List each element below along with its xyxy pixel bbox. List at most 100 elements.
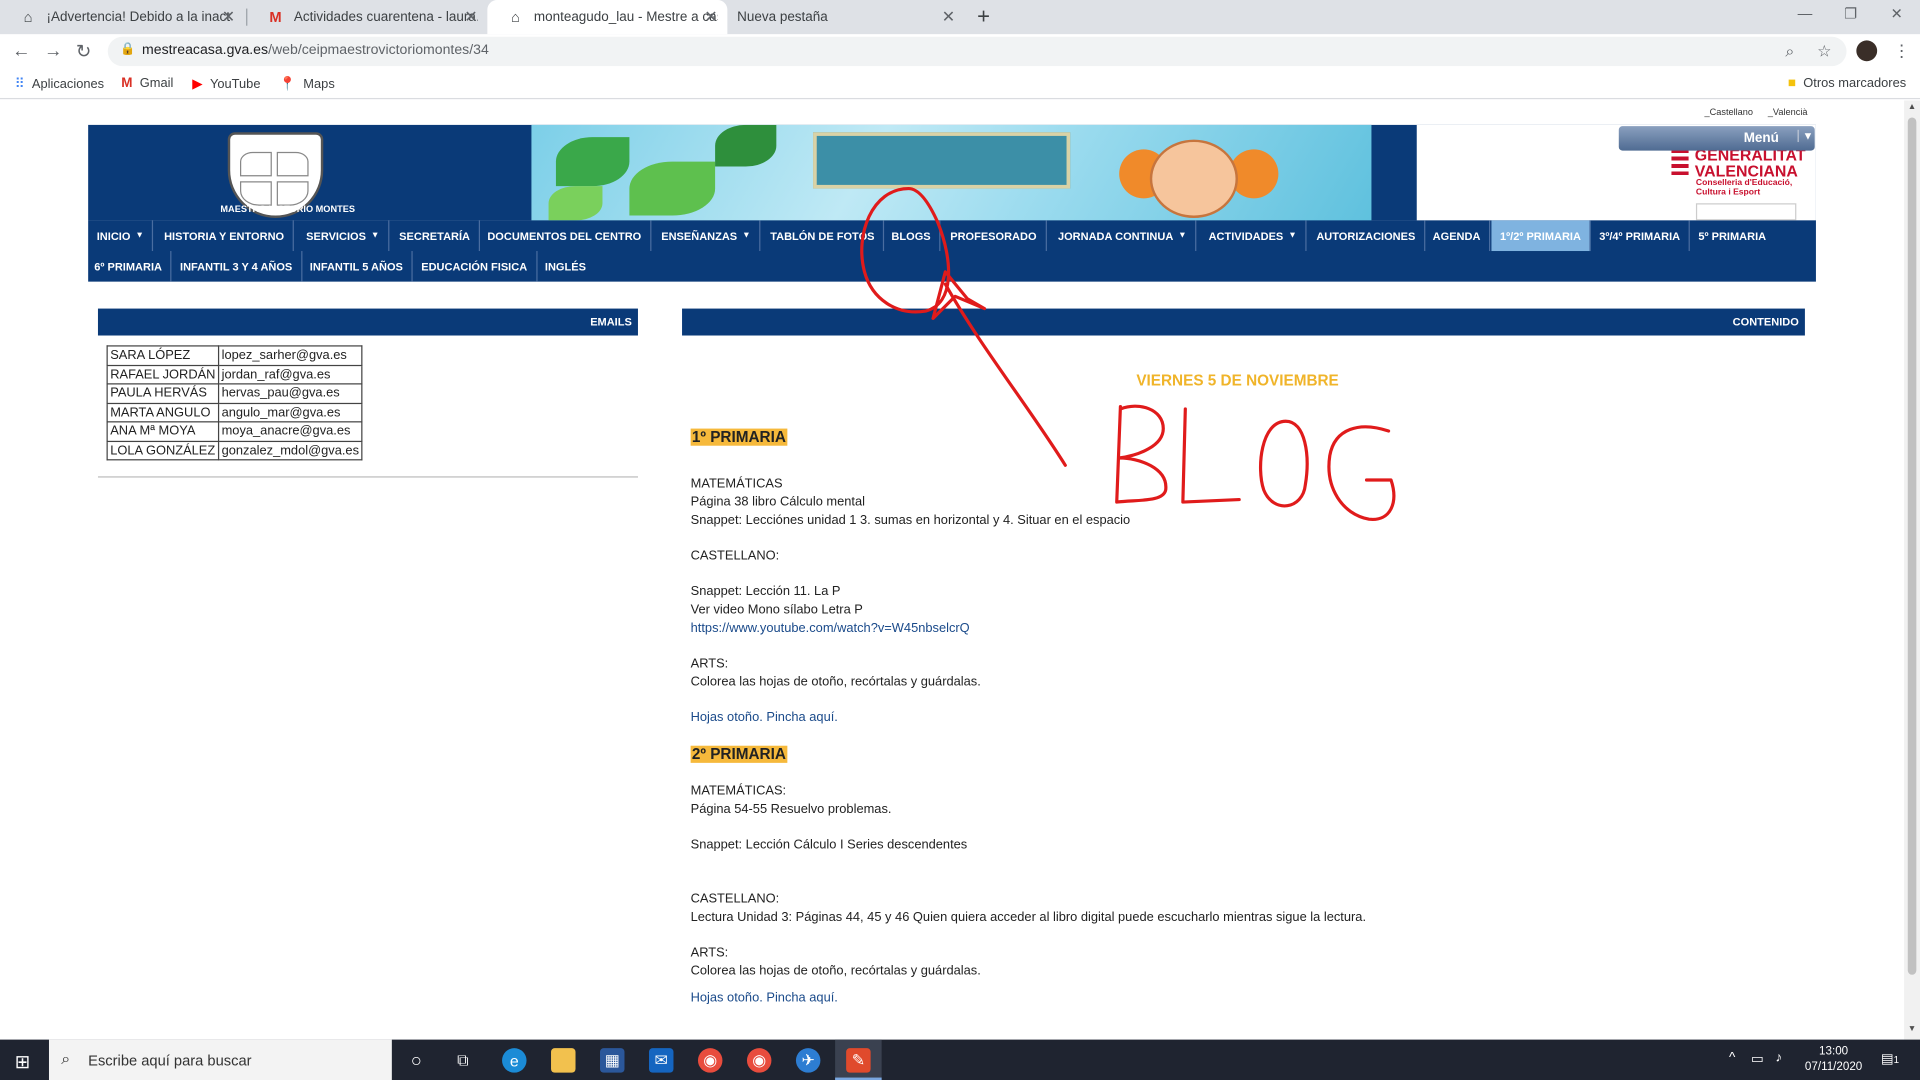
menu-button[interactable]: Menú ▼	[1618, 126, 1815, 151]
nav-ingles[interactable]: INGLÉS	[536, 251, 594, 282]
store-icon[interactable]: ▦	[600, 1048, 625, 1073]
nav-documentos[interactable]: DOCUMENTOS DEL CENTRO	[479, 220, 652, 252]
scroll-down-icon[interactable]: ▼	[1908, 1025, 1916, 1034]
nav-agenda[interactable]: AGENDA	[1424, 220, 1491, 252]
bookmark-apps[interactable]: ⠿ Aplicaciones	[15, 76, 104, 92]
lock-icon: 🔒	[120, 42, 136, 57]
tab-advertencia[interactable]: ⌂ ¡Advertencia! Debido a la inactivi ✕	[0, 0, 245, 34]
reload-icon[interactable]: ↻	[76, 40, 91, 63]
youtube-link[interactable]: https://www.youtube.com/watch?v=W45nbsel…	[691, 621, 970, 636]
close-tab-icon[interactable]: ✕	[222, 7, 235, 27]
gmail-icon: M	[269, 8, 282, 26]
file-explorer-icon[interactable]	[551, 1048, 576, 1073]
network-icon[interactable]: ▭	[1751, 1051, 1764, 1067]
edge-icon[interactable]: e	[502, 1048, 527, 1073]
divider	[97, 476, 638, 478]
menu-kebab-icon[interactable]: ⋮	[1893, 40, 1910, 61]
tab-actividades[interactable]: M Actividades cuarentena - laura.m ✕	[247, 0, 487, 34]
volume-icon[interactable]: ♪	[1776, 1051, 1783, 1066]
teacher-name: ANA Mª MOYA	[106, 421, 220, 442]
minimize-icon[interactable]: —	[1798, 5, 1813, 22]
letter-b	[1115, 404, 1168, 504]
new-tab-icon[interactable]: +	[977, 4, 990, 30]
nav-servicios[interactable]: SERVICIOS ▼	[298, 220, 390, 252]
restore-icon[interactable]: ❐	[1844, 5, 1857, 22]
taskbar-search[interactable]: ⌕ Escribe aquí para buscar	[48, 1039, 392, 1080]
nav-historia[interactable]: HISTORIA Y ENTORNO	[156, 220, 294, 252]
bookmark-maps[interactable]: 📍 Maps	[279, 76, 335, 92]
content-header: CONTENIDO	[682, 308, 1805, 336]
close-tab-icon[interactable]: ✕	[942, 7, 955, 27]
bookmark-label: Maps	[303, 76, 335, 92]
nav-3-4-primaria[interactable]: 3º/4º PRIMARIA	[1591, 220, 1690, 252]
tab-title: monteagudo_lau - Mestre a casa	[533, 9, 718, 25]
address-bar[interactable]: 🔒 mestreacasa.gva.es/web/ceipmaestrovict…	[107, 36, 1847, 67]
zoom-icon[interactable]: ⌕	[1785, 42, 1794, 62]
task-line: Colorea las hojas de otoño, recórtalas y…	[690, 963, 981, 979]
taskbar-clock[interactable]: 13:00 07/11/2020	[1805, 1043, 1862, 1075]
teacher-email: hervas_pau@gva.es	[217, 383, 363, 404]
bookmark-star-icon[interactable]: ☆	[1817, 42, 1831, 62]
nav-tablon-fotos[interactable]: TABLÓN DE FOTOS	[762, 220, 885, 252]
search-field[interactable]	[1695, 203, 1797, 221]
windows-start-icon[interactable]: ⊞	[15, 1051, 30, 1073]
close-tab-icon[interactable]: ✕	[464, 7, 477, 27]
chrome-icon[interactable]: ◉	[697, 1048, 723, 1073]
nav-6-primaria[interactable]: 6º PRIMARIA	[88, 251, 172, 282]
lang-valencia-link[interactable]: _Valencià	[1768, 107, 1808, 118]
chrome-icon[interactable]: ◉	[746, 1048, 772, 1073]
main-navigation: INICIO ▼ HISTORIA Y ENTORNO SERVICIOS ▼ SE…	[88, 220, 1816, 282]
nav-5-primaria[interactable]: 5º PRIMARIA	[1690, 220, 1775, 251]
subject-label: ARTS:	[690, 945, 729, 961]
tray-chevron-icon[interactable]: ^	[1729, 1051, 1735, 1066]
teacher-name: LOLA GONZÁLEZ	[106, 440, 220, 461]
bookmarks-bar: ⠿ Aplicaciones M Gmail ▶ YouTube 📍 Maps …	[0, 69, 1920, 100]
nav-educacion-fisica[interactable]: EDUCACIÓN FISICA	[413, 251, 537, 282]
nav-1-2-primaria[interactable]: 1º/2º PRIMARIA	[1491, 220, 1591, 252]
nav-infantil-3-4[interactable]: INFANTIL 3 Y 4 AÑOS	[171, 251, 303, 282]
caret-down-icon: ▼	[370, 231, 380, 241]
nav-actividades[interactable]: ACTIVIDADES ▼	[1200, 220, 1307, 252]
forward-icon[interactable]: →	[44, 40, 62, 61]
tab-nueva[interactable]: Nueva pestaña ✕	[725, 0, 965, 34]
folder-icon: ■	[1787, 75, 1796, 91]
bookmark-label: YouTube	[209, 76, 261, 92]
mail-icon[interactable]: ✉	[648, 1048, 674, 1073]
close-window-icon[interactable]: ✕	[1891, 5, 1903, 22]
task-view-icon[interactable]: ⧉	[451, 1048, 475, 1072]
tab-monteagudo[interactable]: ⌂ monteagudo_lau - Mestre a casa ✕	[487, 0, 728, 35]
scroll-up-icon[interactable]: ▲	[1908, 103, 1916, 112]
maps-pin-icon: 📍	[279, 77, 296, 92]
hojas-otono-link[interactable]: Hojas otoño. Pincha aquí.	[691, 991, 838, 1006]
language-switcher: _Castellano _Valencià	[1705, 107, 1820, 118]
nav-blogs[interactable]: BLOGS	[883, 220, 941, 252]
app-icon[interactable]: ✈	[795, 1048, 821, 1073]
emails-table: SARA LÓPEZ lopez_sarher@gva.es RAFAEL JOR…	[106, 345, 363, 461]
avatar[interactable]	[1856, 40, 1878, 62]
back-icon[interactable]: ←	[12, 40, 30, 61]
nav-secretaria[interactable]: SECRETARÍA	[391, 220, 480, 252]
nav-autorizaciones[interactable]: AUTORIZACIONES	[1308, 220, 1426, 252]
notifications-icon[interactable]: ▤1	[1881, 1051, 1899, 1067]
nav-infantil-5[interactable]: INFANTIL 5 AÑOS	[301, 251, 413, 282]
nav-inicio[interactable]: INICIO ▼	[88, 220, 154, 252]
bookmark-gmail[interactable]: M Gmail	[121, 76, 173, 91]
teacher-name: SARA LÓPEZ	[106, 345, 220, 366]
content-date: VIERNES 5 DE NOVIEMBRE	[1136, 372, 1339, 390]
bookmark-youtube[interactable]: ▶ YouTube	[192, 76, 260, 92]
lang-castellano-link[interactable]: _Castellano	[1705, 107, 1754, 118]
pen-app-icon[interactable]: ✎	[846, 1048, 871, 1073]
cortana-icon[interactable]: ○	[404, 1048, 428, 1072]
hojas-otono-link[interactable]: Hojas otoño. Pincha aquí.	[691, 710, 838, 725]
task-line: Página 38 libro Cálculo mental	[690, 494, 866, 510]
bookmark-other[interactable]: ■ Otros marcadores	[1788, 76, 1906, 91]
caret-down-icon: ▼	[742, 231, 751, 241]
nav-jornada-continua[interactable]: JORNADA CONTINUA ▼	[1049, 220, 1197, 252]
table-row: MARTA ANGULO angulo_mar@gva.es	[106, 402, 363, 423]
page-scrollbar[interactable]: ▲ ▼	[1904, 100, 1920, 1040]
task-line: Snappet: Lección 11. La P	[690, 584, 841, 599]
scroll-thumb[interactable]	[1907, 117, 1917, 975]
close-tab-icon[interactable]: ✕	[704, 7, 717, 27]
nav-ensenanzas[interactable]: ENSEÑANZAS ▼	[653, 220, 761, 252]
nav-profesorado[interactable]: PROFESORADO	[942, 220, 1047, 252]
